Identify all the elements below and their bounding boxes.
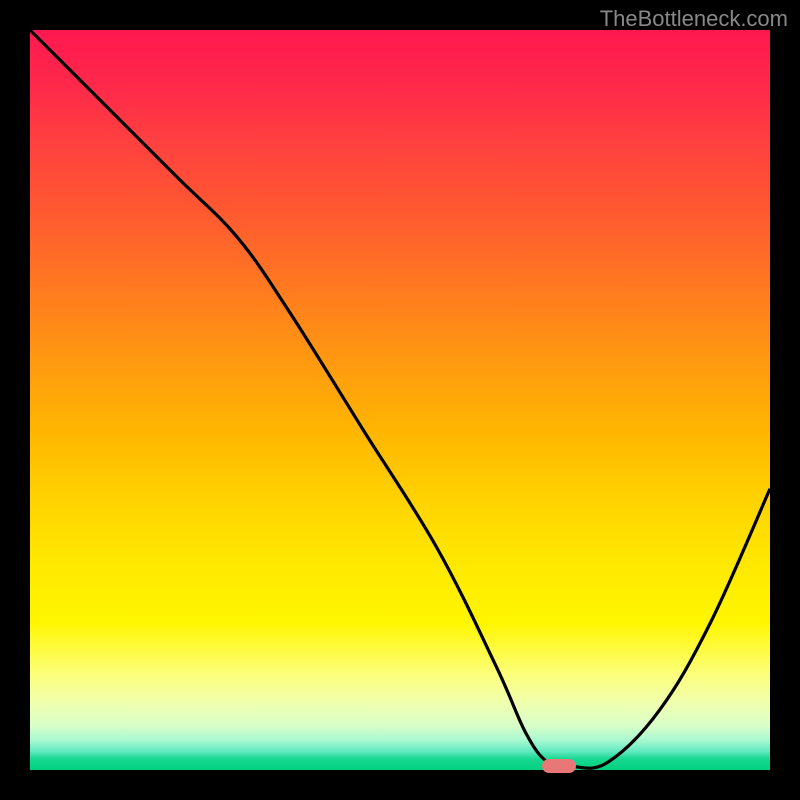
curve-svg xyxy=(30,30,770,770)
bottleneck-curve xyxy=(30,30,770,768)
plot-area xyxy=(30,30,770,770)
watermark-text: TheBottleneck.com xyxy=(600,6,788,32)
optimal-marker xyxy=(542,759,576,773)
chart-container: TheBottleneck.com xyxy=(0,0,800,800)
